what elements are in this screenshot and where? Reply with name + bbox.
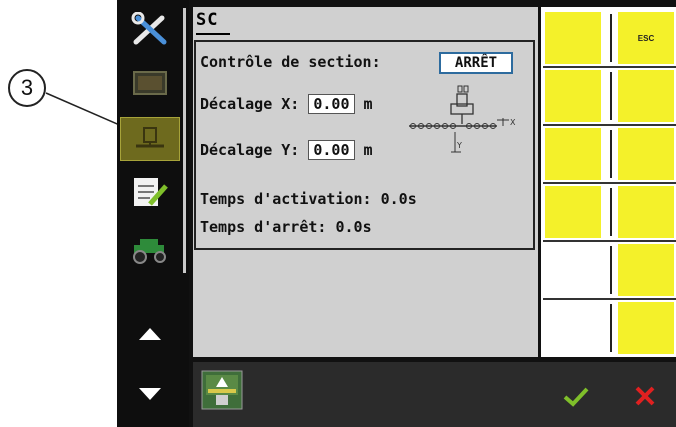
softkey-12[interactable]: [618, 302, 674, 354]
softkey-3[interactable]: [545, 70, 601, 122]
softkey-row-divider: [543, 182, 676, 184]
title-underline: [196, 33, 230, 35]
activation-time-value[interactable]: 0.0: [381, 190, 408, 208]
field-implement-icon: [201, 370, 243, 410]
softkey-11[interactable]: [545, 302, 601, 354]
stop-time-label: Temps d'arrêt:: [200, 218, 327, 236]
cancel-button[interactable]: [614, 368, 676, 424]
offset-y-field[interactable]: 0.00: [308, 140, 355, 160]
offset-x-label: Décalage X:: [200, 95, 300, 113]
diagram-y-label: Y: [456, 141, 462, 150]
softkey-4[interactable]: [618, 70, 674, 122]
checklist-icon: [134, 178, 168, 206]
tools-icon: [131, 12, 167, 45]
sidebar-scrollbar[interactable]: [183, 8, 186, 273]
softkey-row-divider: [543, 240, 676, 242]
softkey-divider: [610, 14, 612, 62]
tractor-icon: [133, 239, 166, 264]
monitor-icon: [133, 71, 167, 95]
close-icon: [635, 386, 655, 406]
page-title: SC: [196, 10, 219, 30]
sidebar-item-monitor[interactable]: [120, 62, 180, 106]
activation-time-unit: s: [407, 190, 417, 208]
sidebar: [117, 0, 189, 427]
offset-y-label: Décalage Y:: [200, 141, 300, 159]
confirm-button[interactable]: [546, 368, 606, 424]
field-implement-button[interactable]: [200, 369, 244, 411]
section-control-label: Contrôle de section:: [200, 53, 381, 71]
diagram-x-label: X: [510, 118, 516, 127]
softkey-1[interactable]: [545, 12, 601, 64]
scroll-down-button[interactable]: [120, 372, 180, 416]
softkey-5[interactable]: [545, 128, 601, 180]
implement-icon: [136, 127, 164, 148]
softkey-9[interactable]: [545, 244, 601, 296]
softkey-divider: [610, 246, 612, 294]
softkey-8[interactable]: [618, 186, 674, 238]
softkey-row-divider: [543, 124, 676, 126]
softkey-7[interactable]: [545, 186, 601, 238]
softkey-row-divider: [543, 298, 676, 300]
offset-y-unit: m: [363, 141, 373, 159]
callout-number: 3: [8, 69, 46, 107]
sidebar-item-implement[interactable]: [120, 117, 180, 161]
softkey-divider: [610, 188, 612, 236]
stop-time-value[interactable]: 0.0: [335, 218, 362, 236]
arrow-down-icon: [139, 388, 161, 400]
softkey-divider: [610, 72, 612, 120]
softkey-divider: [610, 304, 612, 352]
stop-time-unit: s: [362, 218, 372, 236]
sidebar-item-checklist[interactable]: [120, 170, 180, 214]
softkey-6[interactable]: [618, 128, 674, 180]
sidebar-item-tractor[interactable]: [120, 226, 180, 270]
checkmark-icon: [563, 387, 589, 407]
section-control-toggle[interactable]: ARRÊT: [439, 52, 513, 74]
softkey-row-divider: [543, 66, 676, 68]
implement-offset-diagram: X Y: [409, 85, 516, 153]
softkey-10[interactable]: [618, 244, 674, 296]
activation-time-label: Temps d'activation:: [200, 190, 372, 208]
softkey-divider: [610, 130, 612, 178]
sidebar-item-tools[interactable]: [120, 8, 180, 52]
scroll-up-button[interactable]: [120, 312, 180, 356]
softkey-esc[interactable]: ESC: [618, 12, 674, 64]
arrow-up-icon: [139, 328, 161, 340]
offset-x-field[interactable]: 0.00: [308, 94, 355, 114]
offset-x-unit: m: [363, 95, 373, 113]
